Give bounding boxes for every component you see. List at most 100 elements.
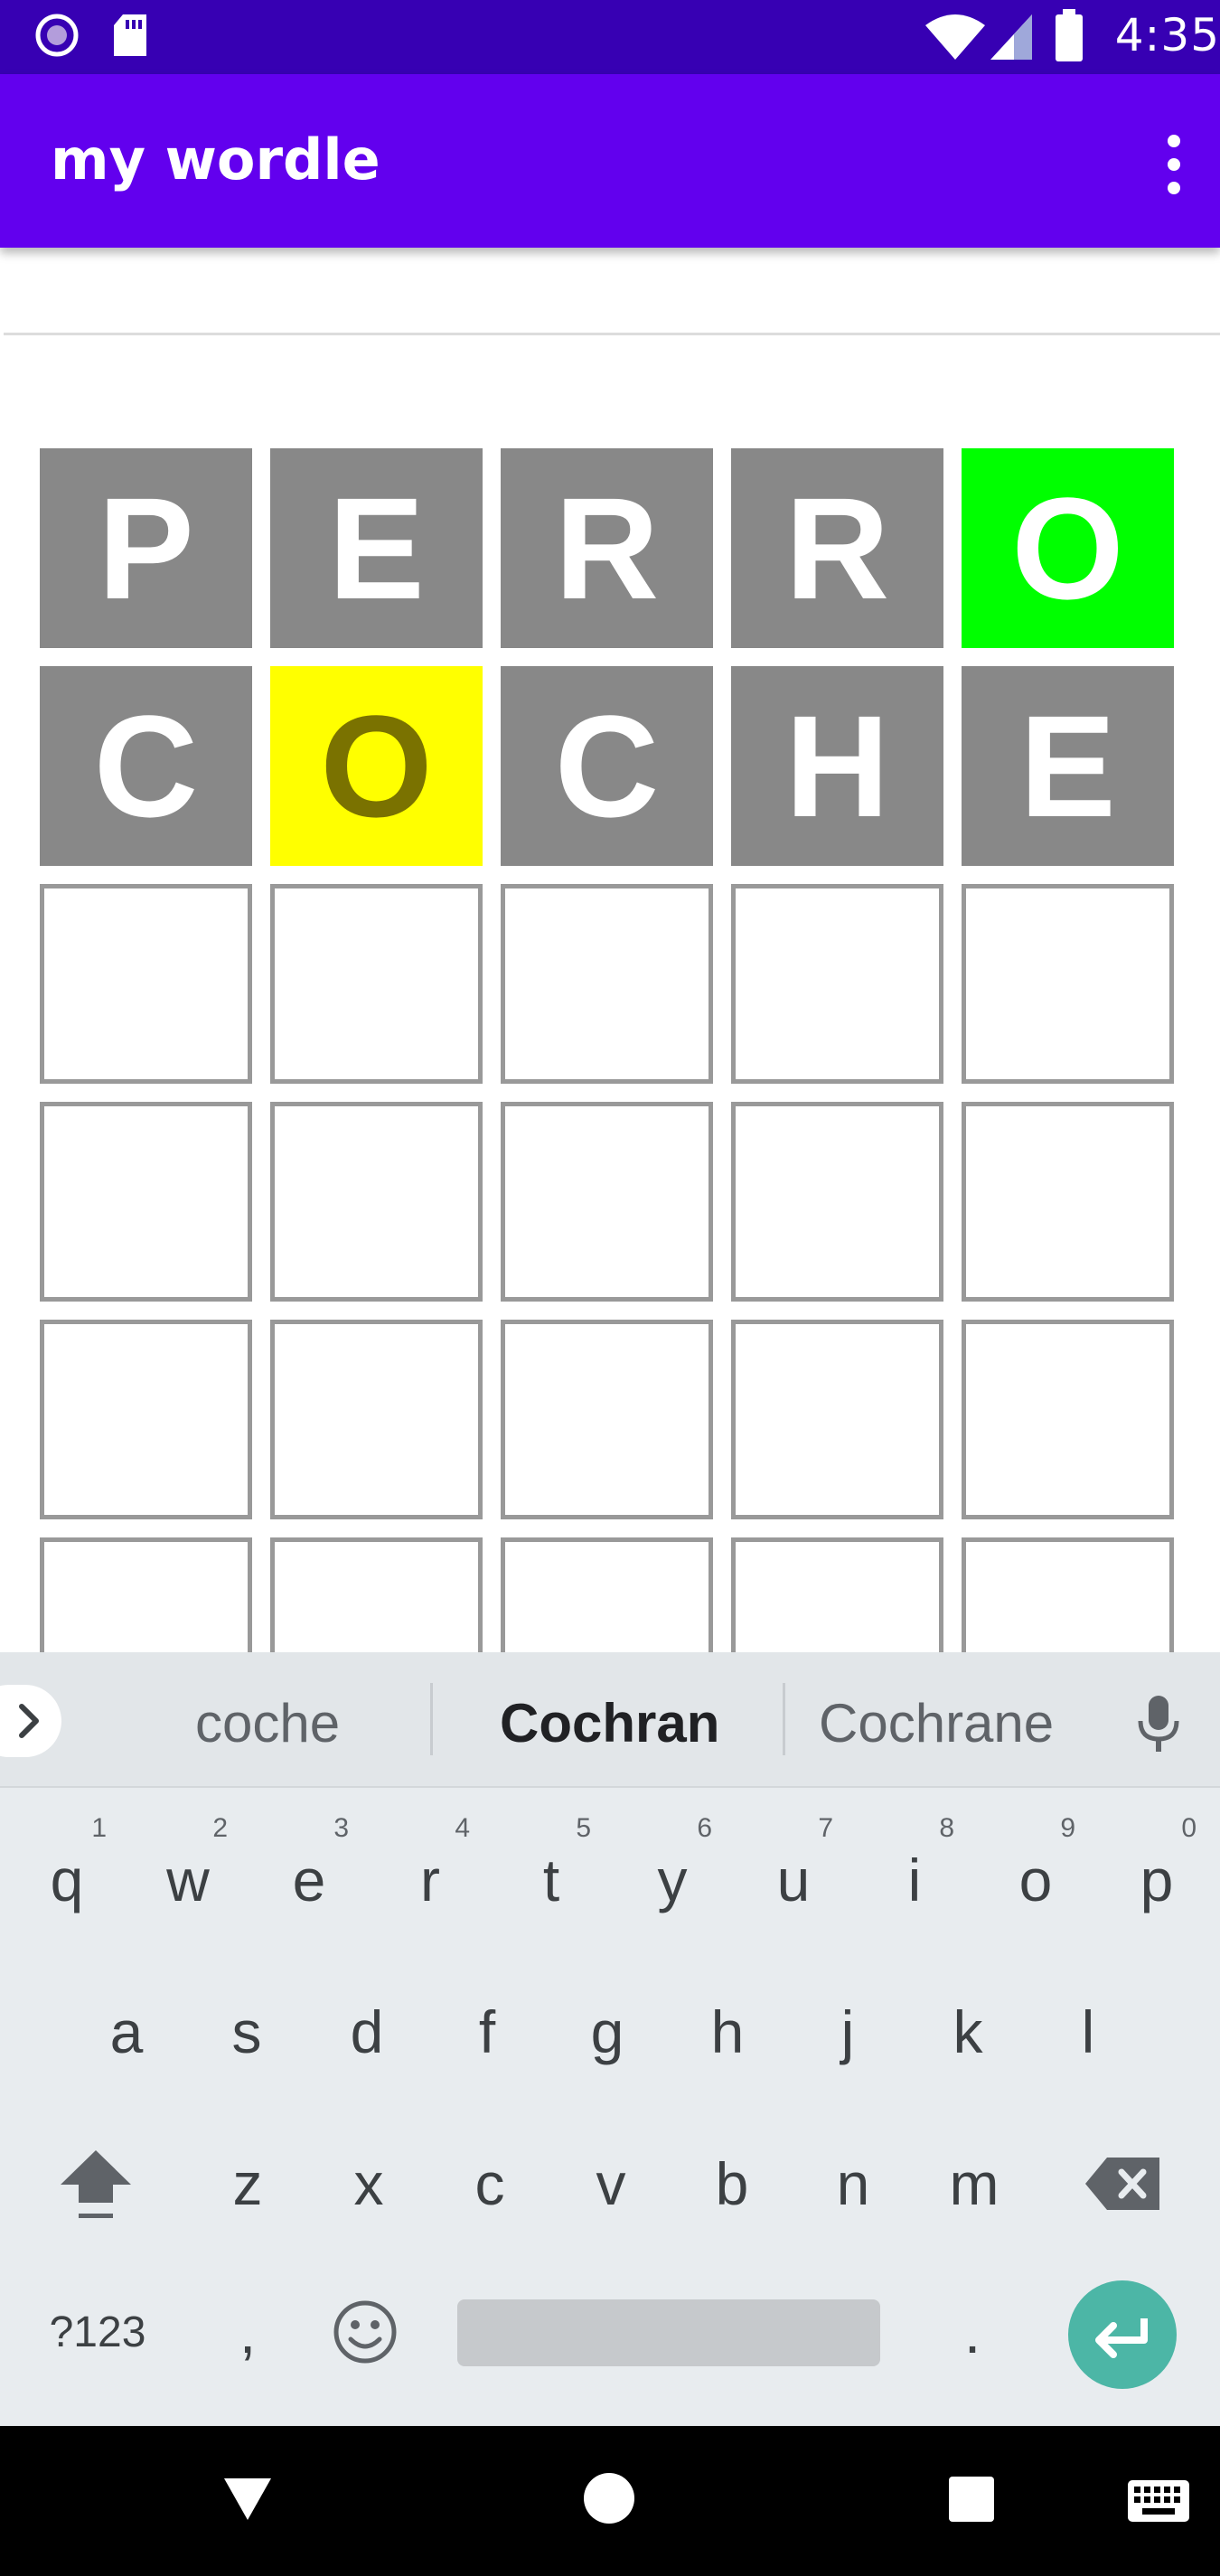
- key-hint: 1: [91, 1813, 107, 1843]
- key-k[interactable]: k: [914, 1978, 1022, 2086]
- key-n[interactable]: n: [799, 2129, 907, 2238]
- board-tile: [731, 884, 943, 1084]
- key-j[interactable]: j: [793, 1978, 902, 2086]
- key-label: q: [50, 1847, 84, 1913]
- emoji-key[interactable]: [311, 2278, 419, 2386]
- suggestion-strip: coche Cochran Cochrane: [0, 1652, 1220, 1788]
- key-o[interactable]: o9: [981, 1813, 1090, 1934]
- key-t[interactable]: t5: [497, 1813, 605, 1934]
- key-q[interactable]: q1: [13, 1813, 121, 1934]
- key-l[interactable]: l: [1034, 1978, 1142, 2086]
- key-hint: 6: [697, 1813, 712, 1843]
- board-tile: R: [731, 448, 943, 648]
- key-label: v: [596, 2150, 626, 2217]
- board-tile: E: [962, 666, 1174, 866]
- key-c[interactable]: c: [436, 2129, 544, 2238]
- key-label: l: [1081, 1998, 1095, 2065]
- key-hint: 2: [212, 1813, 228, 1843]
- key-a[interactable]: a: [72, 1978, 181, 2086]
- suggestion-1[interactable]: coche: [195, 1692, 340, 1754]
- enter-key[interactable]: [1068, 2280, 1177, 2389]
- status-time: 4:35: [1114, 9, 1220, 61]
- more-vert-icon[interactable]: [1140, 124, 1204, 205]
- key-label: z: [232, 2150, 263, 2217]
- board-tile: C: [40, 666, 252, 866]
- board-tile: [962, 884, 1174, 1084]
- shift-icon: [61, 2150, 131, 2218]
- expand-suggestions-icon[interactable]: [0, 1685, 61, 1757]
- key-hint: 4: [455, 1813, 470, 1843]
- key-label: d: [350, 1998, 384, 2065]
- board-tile: [40, 884, 252, 1084]
- key-hint: 9: [1060, 1813, 1075, 1843]
- board-tile: [270, 884, 483, 1084]
- key-s[interactable]: s: [192, 1978, 301, 2086]
- key-hint: 5: [576, 1813, 591, 1843]
- mic-icon[interactable]: [1131, 1692, 1186, 1755]
- app-title: my wordle: [51, 127, 380, 193]
- comma-key[interactable]: ,: [193, 2278, 302, 2386]
- app-bar: my wordle: [0, 74, 1220, 248]
- key-g[interactable]: g: [553, 1978, 662, 2086]
- board-tile: [40, 1320, 252, 1519]
- board-tile: [501, 1102, 713, 1302]
- key-x[interactable]: x: [314, 2129, 423, 2238]
- keyboard-switch-icon[interactable]: [1126, 2478, 1191, 2524]
- key-d[interactable]: d: [313, 1978, 421, 2086]
- key-z[interactable]: z: [193, 2129, 302, 2238]
- board-tile: [962, 1320, 1174, 1519]
- key-label: w: [166, 1847, 210, 1913]
- key-hint: 3: [333, 1813, 349, 1843]
- battery-icon: [1056, 9, 1083, 61]
- period-key[interactable]: .: [918, 2278, 1027, 2386]
- board-tile: [501, 1320, 713, 1519]
- key-label: u: [776, 1847, 811, 1913]
- emoji-icon: [333, 2300, 397, 2364]
- guess-input-underline[interactable]: [4, 333, 1220, 335]
- key-label: c: [474, 2150, 505, 2217]
- key-label: x: [353, 2150, 384, 2217]
- recents-icon[interactable]: [947, 2475, 996, 2524]
- board-tile: [40, 1102, 252, 1302]
- navigation-bar: [0, 2426, 1220, 2576]
- suggestion-divider: [783, 1683, 785, 1755]
- key-label: a: [109, 1998, 144, 2065]
- board-tile: H: [731, 666, 943, 866]
- key-label: k: [953, 1998, 983, 2065]
- key-p[interactable]: p0: [1103, 1813, 1211, 1934]
- enter-icon: [1095, 2318, 1148, 2358]
- key-label: f: [478, 1998, 496, 2065]
- soft-keyboard: coche Cochran Cochrane q1w2e3r4t5y6u7i8o…: [0, 1652, 1220, 2426]
- key-b[interactable]: b: [678, 2129, 786, 2238]
- sd-card-icon: [114, 14, 146, 56]
- board-tile: [731, 1320, 943, 1519]
- key-m[interactable]: m: [920, 2129, 1028, 2238]
- key-i[interactable]: i8: [860, 1813, 969, 1934]
- shift-key[interactable]: [42, 2129, 150, 2238]
- space-bar[interactable]: [457, 2299, 880, 2366]
- key-w[interactable]: w2: [134, 1813, 242, 1934]
- key-r[interactable]: r4: [376, 1813, 484, 1934]
- symbols-key[interactable]: ?123: [42, 2278, 154, 2386]
- backspace-icon: [1085, 2158, 1159, 2210]
- key-f[interactable]: f: [433, 1978, 541, 2086]
- key-y[interactable]: y6: [618, 1813, 727, 1934]
- key-label: h: [710, 1998, 745, 2065]
- back-icon[interactable]: [221, 2473, 275, 2524]
- key-e[interactable]: e3: [255, 1813, 363, 1934]
- board-tile: [501, 884, 713, 1084]
- key-u[interactable]: u7: [739, 1813, 848, 1934]
- board-tile: [270, 1320, 483, 1519]
- key-v[interactable]: v: [557, 2129, 665, 2238]
- board-tile: R: [501, 448, 713, 648]
- key-label: p: [1140, 1847, 1174, 1913]
- key-h[interactable]: h: [673, 1978, 782, 2086]
- suggestion-3[interactable]: Cochrane: [819, 1692, 1054, 1754]
- home-icon[interactable]: [582, 2471, 636, 2525]
- suggestion-2[interactable]: Cochran: [500, 1692, 719, 1754]
- key-label: y: [657, 1847, 688, 1913]
- wifi-icon: [925, 14, 985, 60]
- key-label: e: [292, 1847, 326, 1913]
- backspace-key[interactable]: [1070, 2129, 1178, 2238]
- signal-icon: [990, 14, 1032, 60]
